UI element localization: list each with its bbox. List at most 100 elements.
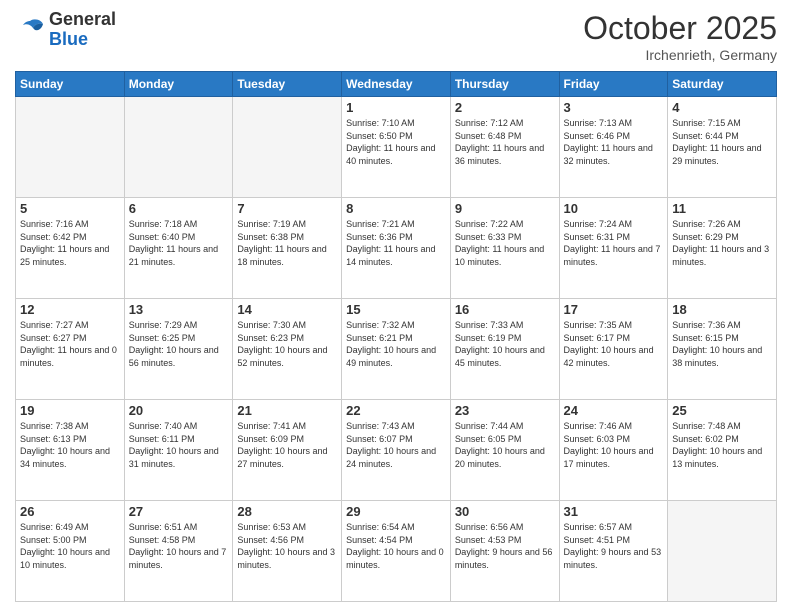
week-row-2: 5 Sunrise: 7:16 AM Sunset: 6:42 PM Daylig… <box>16 198 777 299</box>
week-row-4: 19 Sunrise: 7:38 AM Sunset: 6:13 PM Dayli… <box>16 400 777 501</box>
day-info: Sunrise: 6:51 AM Sunset: 4:58 PM Dayligh… <box>129 521 229 571</box>
weekday-header-saturday: Saturday <box>668 72 777 97</box>
weekday-header-wednesday: Wednesday <box>342 72 451 97</box>
day-info: Sunrise: 6:56 AM Sunset: 4:53 PM Dayligh… <box>455 521 555 571</box>
day-number: 17 <box>564 302 664 317</box>
day-info: Sunrise: 7:24 AM Sunset: 6:31 PM Dayligh… <box>564 218 664 268</box>
header: General Blue October 2025 Irchenrieth, G… <box>15 10 777 63</box>
day-number: 19 <box>20 403 120 418</box>
day-info: Sunrise: 7:16 AM Sunset: 6:42 PM Dayligh… <box>20 218 120 268</box>
day-number: 11 <box>672 201 772 216</box>
day-number: 12 <box>20 302 120 317</box>
day-number: 26 <box>20 504 120 519</box>
day-info: Sunrise: 7:18 AM Sunset: 6:40 PM Dayligh… <box>129 218 229 268</box>
day-info: Sunrise: 7:19 AM Sunset: 6:38 PM Dayligh… <box>237 218 337 268</box>
day-info: Sunrise: 6:53 AM Sunset: 4:56 PM Dayligh… <box>237 521 337 571</box>
day-info: Sunrise: 6:54 AM Sunset: 4:54 PM Dayligh… <box>346 521 446 571</box>
location: Irchenrieth, Germany <box>583 47 777 63</box>
day-info: Sunrise: 6:49 AM Sunset: 5:00 PM Dayligh… <box>20 521 120 571</box>
day-info: Sunrise: 6:57 AM Sunset: 4:51 PM Dayligh… <box>564 521 664 571</box>
calendar-cell: 24 Sunrise: 7:46 AM Sunset: 6:03 PM Dayli… <box>559 400 668 501</box>
day-number: 14 <box>237 302 337 317</box>
logo-text: General Blue <box>49 10 116 50</box>
weekday-header-thursday: Thursday <box>450 72 559 97</box>
day-info: Sunrise: 7:36 AM Sunset: 6:15 PM Dayligh… <box>672 319 772 369</box>
weekday-header-row: SundayMondayTuesdayWednesdayThursdayFrid… <box>16 72 777 97</box>
calendar-cell: 25Sunrise: 7:48 AM Sunset: 6:02 PM Dayli… <box>668 400 777 501</box>
calendar-cell: 29 Sunrise: 6:54 AM Sunset: 4:54 PM Dayli… <box>342 501 451 602</box>
day-number: 30 <box>455 504 555 519</box>
day-info: Sunrise: 7:10 AM Sunset: 6:50 PM Dayligh… <box>346 117 446 167</box>
day-info: Sunrise: 7:33 AM Sunset: 6:19 PM Dayligh… <box>455 319 555 369</box>
calendar-cell: 9 Sunrise: 7:22 AM Sunset: 6:33 PM Daylig… <box>450 198 559 299</box>
day-info: Sunrise: 7:13 AM Sunset: 6:46 PM Dayligh… <box>564 117 664 167</box>
calendar-cell <box>16 97 125 198</box>
day-info: Sunrise: 7:22 AM Sunset: 6:33 PM Dayligh… <box>455 218 555 268</box>
day-number: 2 <box>455 100 555 115</box>
day-number: 6 <box>129 201 229 216</box>
day-number: 1 <box>346 100 446 115</box>
day-number: 16 <box>455 302 555 317</box>
calendar-cell: 17 Sunrise: 7:35 AM Sunset: 6:17 PM Dayli… <box>559 299 668 400</box>
day-info: Sunrise: 7:15 AM Sunset: 6:44 PM Dayligh… <box>672 117 772 167</box>
week-row-1: 1 Sunrise: 7:10 AM Sunset: 6:50 PM Daylig… <box>16 97 777 198</box>
calendar-cell: 11 Sunrise: 7:26 AM Sunset: 6:29 PM Dayli… <box>668 198 777 299</box>
day-info: Sunrise: 7:40 AM Sunset: 6:11 PM Dayligh… <box>129 420 229 470</box>
day-info: Sunrise: 7:43 AM Sunset: 6:07 PM Dayligh… <box>346 420 446 470</box>
day-number: 5 <box>20 201 120 216</box>
calendar-cell: 2 Sunrise: 7:12 AM Sunset: 6:48 PM Daylig… <box>450 97 559 198</box>
day-number: 4 <box>672 100 772 115</box>
day-info: Sunrise: 7:35 AM Sunset: 6:17 PM Dayligh… <box>564 319 664 369</box>
month-title: October 2025 <box>583 10 777 47</box>
week-row-3: 12 Sunrise: 7:27 AM Sunset: 6:27 PM Dayli… <box>16 299 777 400</box>
logo: General Blue <box>15 10 116 50</box>
day-info: Sunrise: 7:46 AM Sunset: 6:03 PM Dayligh… <box>564 420 664 470</box>
logo-general: General <box>49 9 116 29</box>
calendar-cell <box>124 97 233 198</box>
calendar-cell: 30 Sunrise: 6:56 AM Sunset: 4:53 PM Dayli… <box>450 501 559 602</box>
calendar-cell: 15Sunrise: 7:32 AM Sunset: 6:21 PM Dayli… <box>342 299 451 400</box>
calendar-cell: 21 Sunrise: 7:41 AM Sunset: 6:09 PM Dayli… <box>233 400 342 501</box>
day-number: 20 <box>129 403 229 418</box>
calendar-cell: 26 Sunrise: 6:49 AM Sunset: 5:00 PM Dayli… <box>16 501 125 602</box>
calendar-cell: 23 Sunrise: 7:44 AM Sunset: 6:05 PM Dayli… <box>450 400 559 501</box>
day-info: Sunrise: 7:29 AM Sunset: 6:25 PM Dayligh… <box>129 319 229 369</box>
day-number: 8 <box>346 201 446 216</box>
day-info: Sunrise: 7:38 AM Sunset: 6:13 PM Dayligh… <box>20 420 120 470</box>
day-number: 24 <box>564 403 664 418</box>
day-info: Sunrise: 7:44 AM Sunset: 6:05 PM Dayligh… <box>455 420 555 470</box>
calendar-cell: 6 Sunrise: 7:18 AM Sunset: 6:40 PM Daylig… <box>124 198 233 299</box>
day-number: 9 <box>455 201 555 216</box>
day-number: 31 <box>564 504 664 519</box>
weekday-header-tuesday: Tuesday <box>233 72 342 97</box>
calendar-cell <box>668 501 777 602</box>
day-info: Sunrise: 7:27 AM Sunset: 6:27 PM Dayligh… <box>20 319 120 369</box>
calendar-cell: 16 Sunrise: 7:33 AM Sunset: 6:19 PM Dayli… <box>450 299 559 400</box>
calendar-cell: 7Sunrise: 7:19 AM Sunset: 6:38 PM Daylig… <box>233 198 342 299</box>
logo-bird-icon <box>15 16 45 44</box>
day-number: 10 <box>564 201 664 216</box>
calendar-cell: 10 Sunrise: 7:24 AM Sunset: 6:31 PM Dayli… <box>559 198 668 299</box>
calendar-cell: 19 Sunrise: 7:38 AM Sunset: 6:13 PM Dayli… <box>16 400 125 501</box>
day-number: 18 <box>672 302 772 317</box>
day-info: Sunrise: 7:32 AM Sunset: 6:21 PM Dayligh… <box>346 319 446 369</box>
day-info: Sunrise: 7:26 AM Sunset: 6:29 PM Dayligh… <box>672 218 772 268</box>
day-info: Sunrise: 7:12 AM Sunset: 6:48 PM Dayligh… <box>455 117 555 167</box>
calendar-cell: 12 Sunrise: 7:27 AM Sunset: 6:27 PM Dayli… <box>16 299 125 400</box>
calendar-cell: 20 Sunrise: 7:40 AM Sunset: 6:11 PM Dayli… <box>124 400 233 501</box>
calendar-cell: 18 Sunrise: 7:36 AM Sunset: 6:15 PM Dayli… <box>668 299 777 400</box>
calendar-cell: 3Sunrise: 7:13 AM Sunset: 6:46 PM Daylig… <box>559 97 668 198</box>
title-block: October 2025 Irchenrieth, Germany <box>583 10 777 63</box>
page: General Blue October 2025 Irchenrieth, G… <box>0 0 792 612</box>
calendar-cell <box>233 97 342 198</box>
day-number: 22 <box>346 403 446 418</box>
calendar-cell: 14Sunrise: 7:30 AM Sunset: 6:23 PM Dayli… <box>233 299 342 400</box>
day-number: 25 <box>672 403 772 418</box>
day-number: 23 <box>455 403 555 418</box>
day-number: 21 <box>237 403 337 418</box>
calendar-cell: 13Sunrise: 7:29 AM Sunset: 6:25 PM Dayli… <box>124 299 233 400</box>
day-info: Sunrise: 7:41 AM Sunset: 6:09 PM Dayligh… <box>237 420 337 470</box>
week-row-5: 26 Sunrise: 6:49 AM Sunset: 5:00 PM Dayli… <box>16 501 777 602</box>
day-number: 29 <box>346 504 446 519</box>
logo-blue: Blue <box>49 29 88 49</box>
